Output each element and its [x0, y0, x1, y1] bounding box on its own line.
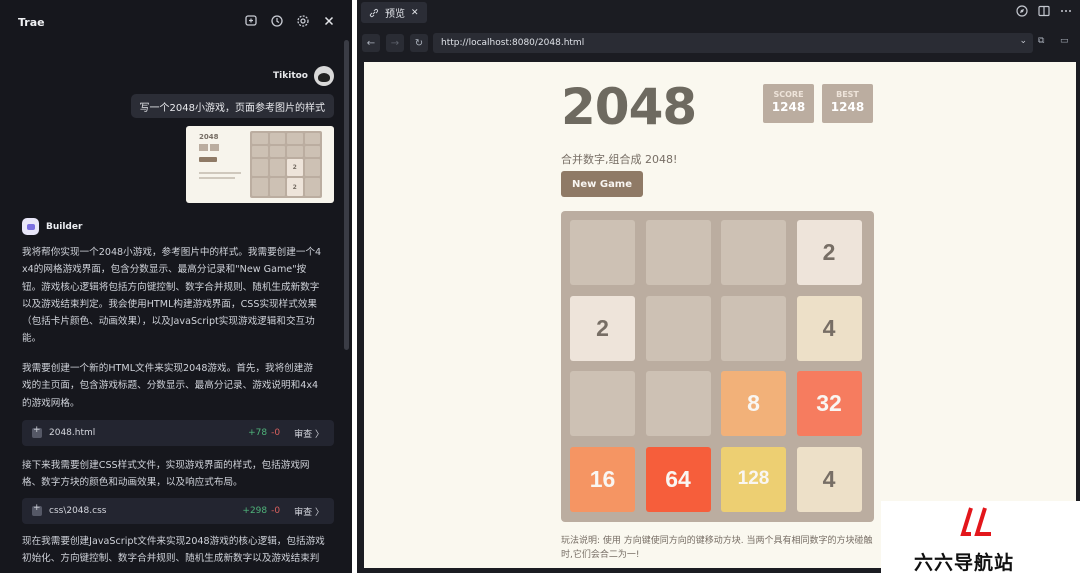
tile: 32 [796, 371, 862, 436]
score-value: 1248 [771, 100, 806, 114]
settings-icon[interactable] [296, 14, 310, 28]
back-icon[interactable]: ← [362, 34, 380, 52]
tile: 4 [796, 446, 862, 512]
tile: 2 [796, 220, 862, 285]
tile: 16 [570, 446, 635, 512]
chat-scrollbar[interactable] [344, 40, 349, 350]
open-external-icon[interactable]: ▭ [1060, 36, 1069, 46]
empty-cell [721, 295, 786, 361]
user-name: Tikitoo [273, 71, 308, 81]
watermark-logo: 六六导航站 [881, 501, 1080, 573]
empty-cell [721, 220, 786, 285]
builder-header: Builder [22, 218, 82, 235]
user-message: 写一个2048小游戏，页面参考图片的样式 [130, 94, 334, 118]
forward-icon[interactable]: → [386, 34, 404, 52]
game-title: 2048 [561, 78, 697, 136]
link-icon [369, 8, 379, 17]
assistant-paragraph: 我将帮你实现一个2048小游戏，参考图片中的样式。我需要创建一个4 x4的网格游… [22, 247, 322, 345]
thumb-best [210, 144, 219, 151]
builder-avatar [22, 218, 39, 235]
thumb-tile: 2 [287, 158, 303, 177]
url-text: http://localhost:8080/2048.html [441, 38, 585, 48]
lines-added: +298 [242, 506, 268, 516]
chat-panel: Trae Tikitoo 写一个2048小游戏，页面参考图片的样式 2048 2 [0, 0, 352, 573]
game-board: 2 2 4 8 32 16 64 128 4 [561, 211, 874, 522]
thumb-score [199, 144, 208, 151]
lines-removed: -0 [271, 506, 281, 516]
expand-icon[interactable] [32, 425, 42, 438]
file-change-card[interactable]: 2048.html +78 -0 审查 〉 [22, 420, 334, 446]
logo-mark-icon [960, 507, 991, 536]
score-box: SCORE 1248 [763, 84, 814, 123]
browser-toolbar: ← → ↻ http://localhost:8080/2048.html ⌄ … [357, 30, 1080, 56]
lines-added: +78 [248, 428, 268, 438]
copy-icon[interactable]: ⧉ [1038, 36, 1044, 46]
thumb-title: 2048 [199, 133, 219, 141]
reference-image-thumbnail[interactable]: 2048 2 2 [186, 126, 334, 203]
game-tagline: 合并数字,组合成 2048! [561, 153, 678, 166]
game-page: 2048 SCORE 1248 BEST 1248 合并数字,组合成 2048!… [364, 62, 1076, 568]
tile: 8 [721, 371, 786, 436]
assistant-paragraph: 接下来我需要创建CSS样式文件，实现游戏界面的样式，包括游戏网 格、数字方块的颜… [22, 460, 310, 489]
close-icon[interactable] [322, 14, 336, 28]
thumb-text-line [199, 172, 241, 174]
url-bar[interactable]: http://localhost:8080/2048.html ⌄ [433, 33, 1033, 53]
assistant-paragraph: 我需要创建一个新的HTML文件来实现2048游戏。首先，我将创建游 戏的主页面，… [22, 363, 319, 409]
file-name: css\2048.css [49, 506, 107, 516]
tab-close-icon[interactable]: ✕ [411, 8, 419, 18]
tab-bar: 预览 ✕ [357, 0, 1080, 26]
history-icon[interactable] [270, 14, 284, 28]
chevron-down-icon[interactable]: ⌄ [1019, 36, 1027, 46]
game-instructions: 玩法说明: 使用 方向键使同方向的键移动方块. 当两个具有相同数字的方块碰触时,… [561, 536, 873, 560]
more-icon[interactable] [1060, 5, 1072, 17]
file-change-card[interactable]: css\2048.css +298 -0 审查 〉 [22, 498, 334, 524]
thumb-board: 2 2 [250, 131, 322, 198]
new-game-button[interactable]: New Game [561, 171, 643, 197]
thumb-text-line [199, 177, 235, 179]
thumb-tile: 2 [287, 178, 303, 196]
tile: 4 [796, 295, 862, 361]
reload-icon[interactable]: ↻ [410, 34, 428, 52]
tile: 2 [570, 295, 635, 361]
empty-cell [570, 220, 635, 285]
assistant-paragraph: 现在我需要创建JavaScript文件来实现2048游戏的核心逻辑，包括游戏 初… [22, 536, 325, 565]
empty-cell [645, 371, 711, 436]
best-label: BEST [836, 90, 859, 99]
tab-label: 预览 [385, 9, 405, 20]
tab-preview[interactable]: 预览 ✕ [361, 2, 427, 23]
chat-actions [244, 14, 336, 28]
split-view-icon[interactable] [1038, 5, 1050, 17]
tabbar-actions [1016, 5, 1072, 17]
thumb-button [199, 157, 217, 162]
app-title: Trae [18, 15, 45, 29]
empty-cell [570, 371, 635, 436]
tile: 128 [721, 446, 786, 512]
user-avatar [314, 66, 334, 86]
preview-pane: 预览 ✕ ← → ↻ http://localhost:8080/2048.ht… [357, 0, 1080, 573]
tile: 64 [645, 446, 711, 512]
expand-icon[interactable] [32, 503, 42, 516]
builder-name: Builder [46, 221, 83, 232]
review-button[interactable]: 审查 〉 [294, 505, 324, 518]
file-name: 2048.html [49, 428, 96, 438]
empty-cell [645, 295, 711, 361]
best-box: BEST 1248 [822, 84, 873, 123]
user-row: Tikitoo [273, 66, 334, 86]
compass-icon[interactable] [1016, 5, 1028, 17]
lines-removed: -0 [271, 428, 281, 438]
score-label: SCORE [773, 90, 804, 99]
empty-cell [645, 220, 711, 285]
best-value: 1248 [830, 100, 865, 114]
new-chat-icon[interactable] [244, 14, 258, 28]
watermark-text: 六六导航站 [914, 552, 1015, 573]
review-button[interactable]: 审查 〉 [294, 427, 324, 440]
